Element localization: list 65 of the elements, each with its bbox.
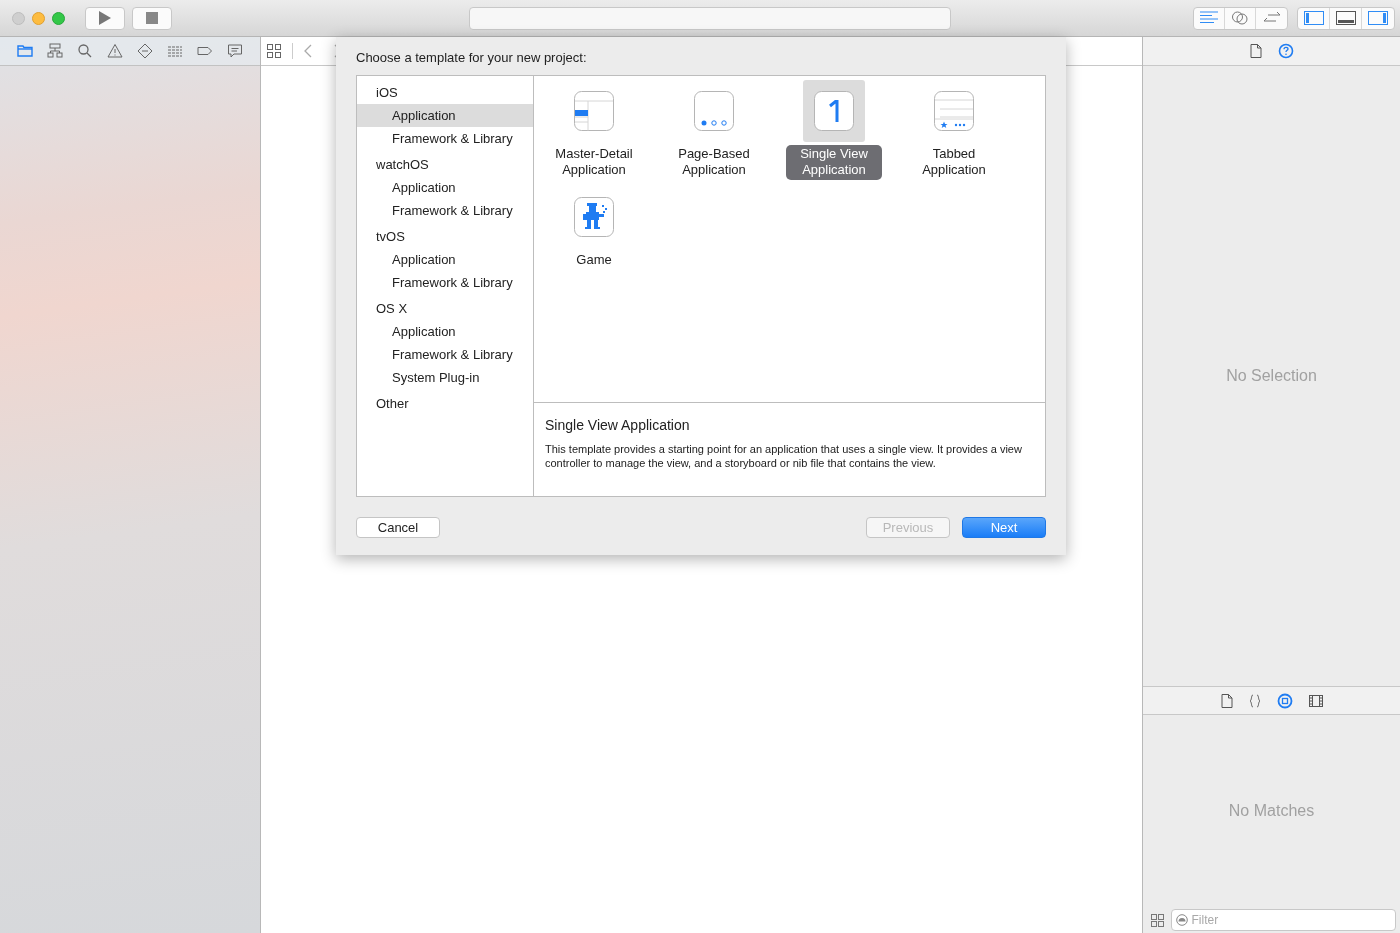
number-one-icon bbox=[814, 90, 854, 131]
category-item[interactable]: System Plug-in bbox=[357, 365, 533, 389]
category-item[interactable]: Framework & Library bbox=[357, 342, 533, 366]
category-item[interactable]: Application bbox=[357, 319, 533, 343]
empty-message: No Selection bbox=[1226, 366, 1317, 386]
folder-icon[interactable] bbox=[17, 43, 33, 59]
category-item[interactable]: Framework & Library bbox=[357, 270, 533, 294]
stop-icon bbox=[145, 12, 158, 24]
dialog-title: Choose a template for your new project: bbox=[356, 49, 587, 67]
pixel-figure-icon bbox=[574, 196, 614, 237]
braces-icon[interactable] bbox=[1248, 693, 1261, 708]
template-label: Tabbed Application bbox=[921, 144, 987, 179]
swap-arrows-icon[interactable] bbox=[1261, 11, 1282, 25]
category-item[interactable]: Application bbox=[357, 247, 533, 271]
platform-item[interactable]: watchOS bbox=[357, 152, 533, 176]
filter-field[interactable]: Filter bbox=[1170, 909, 1396, 931]
right-panel-icon[interactable] bbox=[1368, 11, 1388, 25]
template-label: Single View Application bbox=[786, 144, 882, 180]
template-tile[interactable]: Master-Detail Application bbox=[534, 79, 654, 186]
left-panel-icon[interactable] bbox=[1303, 11, 1324, 25]
file-icon[interactable] bbox=[1249, 44, 1262, 58]
help-icon[interactable] bbox=[1277, 43, 1294, 59]
search-icon[interactable] bbox=[77, 43, 93, 59]
template-label: Master-Detail Application bbox=[554, 144, 634, 179]
template-tile[interactable]: Page-Based Application bbox=[654, 79, 774, 186]
film-icon[interactable] bbox=[1308, 694, 1323, 707]
grid-icon[interactable] bbox=[266, 43, 282, 59]
editor-mode-control[interactable] bbox=[1193, 6, 1288, 30]
run-button[interactable] bbox=[85, 6, 125, 30]
filter-icon bbox=[1175, 914, 1188, 926]
grid-icon[interactable] bbox=[1151, 913, 1164, 927]
template-tile[interactable]: Single View Application bbox=[774, 79, 894, 186]
split-view-icon bbox=[574, 90, 614, 131]
category-item[interactable]: Framework & Library bbox=[357, 198, 533, 222]
warning-icon[interactable] bbox=[107, 43, 123, 59]
play-icon bbox=[98, 10, 112, 26]
description-title: Single View Application bbox=[545, 415, 691, 435]
zoom-window-button[interactable] bbox=[52, 11, 65, 25]
dialog-button[interactable]: Cancel bbox=[356, 516, 440, 538]
stop-button[interactable] bbox=[131, 6, 172, 30]
platform-item[interactable]: iOS bbox=[357, 80, 533, 104]
template-tile[interactable]: Game bbox=[534, 185, 654, 292]
description-text: This template provides a starting point for an application that uses a single view. It provides a view controller to manage the view, and a storyboard or nib file that contains the view. bbox=[545, 441, 1023, 470]
list-icon[interactable] bbox=[167, 43, 183, 59]
empty-message: No Matches bbox=[1228, 801, 1315, 821]
diamond-icon[interactable] bbox=[137, 43, 153, 59]
bottom-panel-icon[interactable] bbox=[1335, 11, 1356, 25]
page-dots-icon bbox=[694, 90, 734, 131]
template-label: Page-Based Application bbox=[677, 144, 751, 179]
lines-icon[interactable] bbox=[1199, 11, 1219, 25]
panel-toggle-control[interactable] bbox=[1297, 6, 1395, 30]
file-icon[interactable] bbox=[1220, 693, 1233, 708]
template-tile[interactable]: Tabbed Application bbox=[894, 79, 1014, 186]
category-item[interactable]: Application bbox=[357, 175, 533, 199]
category-item[interactable]: Framework & Library bbox=[357, 126, 533, 150]
category-item[interactable]: Application bbox=[357, 103, 533, 127]
platform-item[interactable]: OS X bbox=[357, 296, 533, 320]
speech-bubble-icon[interactable] bbox=[227, 43, 243, 59]
template-label: Game bbox=[575, 250, 613, 269]
platform-item[interactable]: tvOS bbox=[357, 224, 533, 248]
platform-item[interactable]: Other bbox=[357, 391, 533, 415]
hierarchy-icon[interactable] bbox=[47, 43, 63, 59]
back-icon[interactable] bbox=[303, 43, 313, 59]
tab-bar-icon bbox=[934, 90, 974, 131]
overlapping-circles-icon[interactable] bbox=[1231, 11, 1249, 25]
